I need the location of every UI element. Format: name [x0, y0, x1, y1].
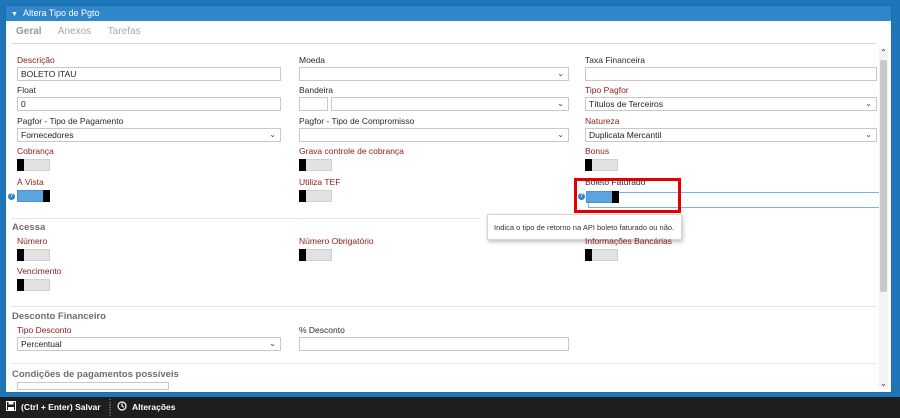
chevron-down-icon: ⌄	[865, 99, 872, 108]
toggle-knob	[43, 190, 50, 202]
descricao-input[interactable]: BOLETO ITAU	[17, 67, 281, 81]
bandeira-code-input[interactable]	[299, 97, 328, 111]
numero-obrigatorio-toggle[interactable]	[299, 249, 332, 261]
numero-obrigatorio-label: Número Obrigatório	[299, 236, 374, 246]
informacoes-bancarias-toggle[interactable]	[585, 249, 618, 261]
tipo-desconto-label: Tipo Desconto	[17, 325, 72, 335]
pagfor-tipo-compromisso-label: Pagfor - Tipo de Compromisso	[299, 116, 415, 126]
percent-desconto-label: % Desconto	[299, 325, 345, 335]
window-title: Altera Tipo de Pgto	[22, 8, 100, 18]
divider	[11, 218, 481, 219]
tab-geral[interactable]: Geral	[16, 26, 42, 37]
tipo-pagfor-label: Tipo Pagfor	[585, 85, 629, 95]
save-label: (Ctrl + Enter) Salvar	[21, 402, 101, 412]
toggle-knob	[17, 249, 24, 261]
percent-desconto-input[interactable]	[299, 337, 569, 351]
separator: ⋮ ⋮ ⋮	[106, 398, 114, 417]
grava-controle-toggle[interactable]	[299, 159, 332, 171]
scroll-down-icon[interactable]: ⌄	[879, 379, 888, 388]
divider	[11, 306, 876, 307]
float-input[interactable]: 0	[17, 97, 281, 111]
taxa-financeira-input[interactable]	[585, 67, 877, 81]
pagfor-tipo-pagamento-select[interactable]: Fornecedores ⌄	[17, 128, 281, 142]
a-vista-toggle[interactable]	[17, 190, 50, 202]
section-condicoes: Condições de pagamentos possíveis	[12, 369, 179, 380]
tipo-desconto-value: Percentual	[21, 339, 62, 349]
descricao-label: Descrição	[17, 55, 55, 65]
section-acessa: Acessa	[12, 222, 46, 233]
tab-tarefas[interactable]: Tarefas	[108, 26, 141, 37]
numero-label: Número	[17, 236, 48, 246]
utiliza-tef-label: Utiliza TEF	[299, 177, 341, 187]
natureza-label: Natureza	[585, 116, 620, 126]
dialog-window: ▼ Altera Tipo de Pgto Geral Anexos Taref…	[5, 5, 892, 393]
float-label: Float	[17, 85, 36, 95]
vencimento-label: Vencimento	[17, 266, 62, 276]
bandeira-label: Bandeira	[299, 85, 334, 95]
vertical-scrollbar[interactable]: ⌃ ⌄	[879, 48, 888, 388]
divider	[11, 363, 876, 364]
chevron-down-icon: ⌄	[557, 99, 564, 108]
moeda-select[interactable]: ⌄	[299, 67, 569, 81]
toggle-knob	[585, 249, 592, 261]
changes-label: Alterações	[132, 402, 176, 412]
history-icon	[117, 401, 127, 411]
bonus-toggle[interactable]	[585, 159, 618, 171]
moeda-label: Moeda	[299, 55, 325, 65]
cobranca-label: Cobrança	[17, 146, 54, 156]
tab-anexos[interactable]: Anexos	[58, 26, 91, 37]
chevron-down-icon: ⌄	[269, 130, 276, 139]
a-vista-label: À Vista	[17, 177, 44, 187]
pagfor-tipo-compromisso-select[interactable]: ⌄	[299, 128, 569, 142]
tab-bar: Geral Anexos Tarefas	[16, 26, 155, 40]
chevron-down-icon: ⌄	[269, 339, 276, 348]
pagfor-tipo-pagamento-label: Pagfor - Tipo de Pagamento	[17, 116, 124, 126]
tipo-pagfor-value: Títulos de Terceiros	[589, 99, 664, 109]
save-icon	[6, 401, 16, 411]
section-desconto-financeiro: Desconto Financeiro	[12, 311, 106, 322]
natureza-value: Duplicata Mercantil	[589, 130, 662, 140]
natureza-select[interactable]: Duplicata Mercantil ⌄	[585, 128, 877, 142]
taxa-financeira-label: Taxa Financeira	[585, 55, 646, 65]
chevron-down-icon: ⌄	[865, 130, 872, 139]
scroll-up-icon[interactable]: ⌃	[879, 48, 888, 57]
tab-divider	[11, 43, 876, 44]
grava-controle-label: Grava controle de cobrança	[299, 146, 404, 156]
pagfor-tipo-pagamento-value: Fornecedores	[21, 130, 74, 140]
numero-toggle[interactable]	[17, 249, 50, 261]
tipo-pagfor-select[interactable]: Títulos de Terceiros ⌄	[585, 97, 877, 111]
bonus-label: Bonus	[585, 146, 610, 156]
scroll-thumb[interactable]	[880, 60, 887, 292]
condicoes-grid[interactable]	[17, 382, 169, 390]
vencimento-toggle[interactable]	[17, 279, 50, 291]
tipo-desconto-select[interactable]: Percentual ⌄	[17, 337, 281, 351]
toggle-knob	[299, 159, 306, 171]
save-button[interactable]: (Ctrl + Enter) Salvar	[6, 399, 101, 416]
collapse-chevron-icon[interactable]: ▼	[11, 7, 18, 22]
toggle-knob	[17, 159, 24, 171]
changes-button[interactable]: Alterações	[117, 399, 175, 416]
footer-bar: (Ctrl + Enter) Salvar ⋮ ⋮ ⋮ Alterações	[0, 397, 900, 418]
utiliza-tef-toggle[interactable]	[299, 190, 332, 202]
title-bar[interactable]: ▼ Altera Tipo de Pgto	[6, 6, 891, 21]
highlight-box	[574, 178, 681, 213]
help-icon[interactable]: ?	[8, 193, 15, 200]
informacoes-bancarias-label: Informações Bancárias	[585, 236, 672, 246]
toggle-knob	[17, 279, 24, 291]
toggle-knob	[299, 190, 306, 202]
bandeira-select[interactable]: ⌄	[331, 97, 569, 111]
chevron-down-icon: ⌄	[557, 69, 564, 78]
chevron-down-icon: ⌄	[557, 130, 564, 139]
toggle-knob	[299, 249, 306, 261]
toggle-knob	[585, 159, 592, 171]
cobranca-toggle[interactable]	[17, 159, 50, 171]
